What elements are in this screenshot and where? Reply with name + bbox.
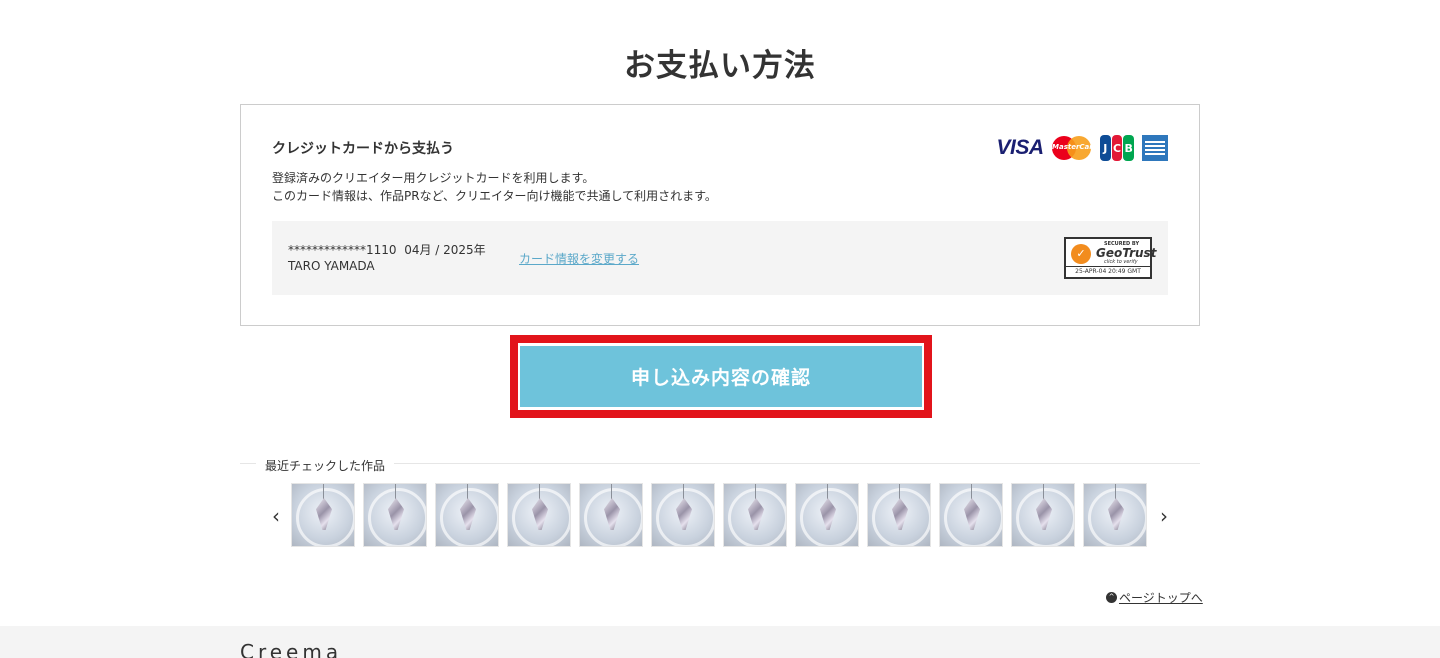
recent-items-carousel xyxy=(291,483,1147,547)
recent-item-thumbnail[interactable] xyxy=(651,483,715,547)
geotrust-date: 25-APR-04 20:49 GMT xyxy=(1066,266,1150,277)
recent-item-thumbnail[interactable] xyxy=(579,483,643,547)
recent-item-thumbnail[interactable] xyxy=(507,483,571,547)
confirm-application-button[interactable]: 申し込み内容の確認 xyxy=(520,346,922,407)
footer: Creema xyxy=(0,626,1440,658)
recent-item-thumbnail[interactable] xyxy=(435,483,499,547)
geotrust-check-icon: ✓ xyxy=(1071,244,1091,264)
chevron-right-icon[interactable]: › xyxy=(1154,504,1174,528)
page-top-link[interactable]: ^ ページトップへ xyxy=(1106,589,1203,606)
card-number: *************1110 xyxy=(288,243,397,257)
card-number-line: *************1110 04月 / 2025年 xyxy=(288,241,486,258)
registered-card-panel: *************1110 04月 / 2025年 TARO YAMAD… xyxy=(272,221,1168,295)
payment-heading: クレジットカードから支払う xyxy=(272,141,454,157)
recent-items-title: 最近チェックした作品 xyxy=(256,457,395,474)
page-title: お支払い方法 xyxy=(624,48,816,84)
payment-description: 登録済みのクリエイター用クレジットカードを利用します。 このカード情報は、作品P… xyxy=(272,169,717,205)
jcb-logo: JCB xyxy=(1100,135,1135,161)
amex-logo xyxy=(1142,135,1168,161)
footer-logo[interactable]: Creema xyxy=(240,640,342,658)
recent-item-thumbnail[interactable] xyxy=(1083,483,1147,547)
confirm-button-highlight: 申し込み内容の確認 xyxy=(510,335,932,418)
recent-item-thumbnail[interactable] xyxy=(723,483,787,547)
visa-logo: VISA xyxy=(996,136,1044,159)
recent-item-thumbnail[interactable] xyxy=(867,483,931,547)
change-card-link[interactable]: カード情報を変更する xyxy=(519,250,639,267)
chevron-left-icon[interactable]: ‹ xyxy=(266,504,286,528)
mastercard-logo: MasterCard xyxy=(1052,135,1098,161)
geotrust-seal[interactable]: ✓ SECURED BY GeoTrust click to verify 25… xyxy=(1064,237,1156,279)
recent-item-thumbnail[interactable] xyxy=(363,483,427,547)
recent-item-thumbnail[interactable] xyxy=(939,483,1003,547)
card-brand-logos: VISA MasterCard JCB xyxy=(996,135,1168,161)
recent-item-thumbnail[interactable] xyxy=(795,483,859,547)
payment-description-line: このカード情報は、作品PRなど、クリエイター向け機能で共通して利用されます。 xyxy=(272,189,717,203)
page-top-label[interactable]: ページトップへ xyxy=(1119,589,1203,606)
card-expiry: 04月 / 2025年 xyxy=(404,243,486,257)
arrow-up-icon: ^ xyxy=(1106,592,1117,603)
payment-description-line: 登録済みのクリエイター用クレジットカードを利用します。 xyxy=(272,171,595,185)
recent-item-thumbnail[interactable] xyxy=(291,483,355,547)
payment-method-box: クレジットカードから支払う VISA MasterCard JCB 登録済みのク… xyxy=(240,104,1200,326)
recent-item-thumbnail[interactable] xyxy=(1011,483,1075,547)
card-holder-name: TARO YAMADA xyxy=(288,259,375,273)
